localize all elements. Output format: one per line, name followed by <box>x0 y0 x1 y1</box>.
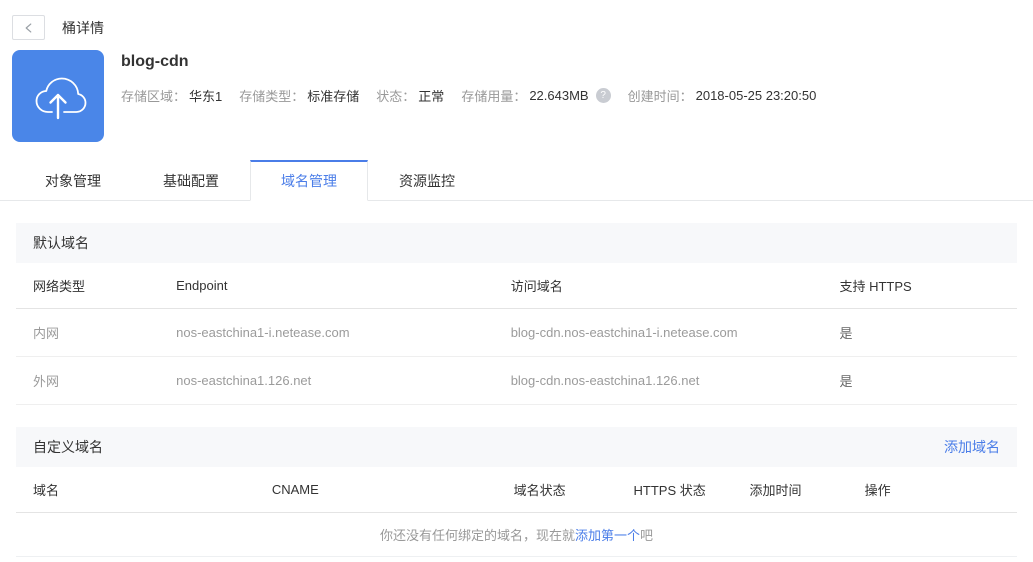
tab-资源监控[interactable]: 资源监控 <box>368 160 486 200</box>
info-value: 标准存储 <box>307 89 360 104</box>
tab-对象管理[interactable]: 对象管理 <box>14 160 132 200</box>
table-cell: 是 <box>839 374 853 389</box>
page-topbar: 桶详情 <box>0 0 1033 44</box>
empty-state-text: 你还没有任何绑定的域名，现在就 <box>379 528 575 543</box>
table-row: 外网 nos-eastchina1.126.net blog-cdn.nos-eas… <box>16 357 1017 405</box>
info-label: 存储类型： <box>239 89 305 104</box>
table-cell: nos-eastchina1-i.netease.com <box>176 325 350 340</box>
info-value: 华东1 <box>189 89 223 104</box>
column-header: HTTPS 状态 <box>633 483 706 498</box>
info-value: 22.643MB <box>529 88 589 103</box>
info-value: 正常 <box>418 89 445 104</box>
column-header: 访问域名 <box>510 279 563 294</box>
empty-state: 你还没有任何绑定的域名，现在就 添加第一个吧 <box>16 513 1017 557</box>
cloud-upload-icon <box>12 50 104 142</box>
default-domain-table: 网络类型 Endpoint 访问域名 支持 HTTPS 内网 nos-eastchina… <box>16 263 1017 405</box>
custom-domain-section: 自定义域名 添加域名 域名 CNAME 域名状态 HTTPS 状态 添加时间 操作 你还没… <box>16 427 1017 557</box>
bucket-info-pair: 存储区域： 华东1 <box>121 86 222 105</box>
info-label: 状态： <box>376 89 416 104</box>
column-header: 网络类型 <box>33 279 86 294</box>
bucket-info-pair: 创建时间： 2018-05-25 23:20:50 <box>628 86 817 105</box>
table-cell: blog-cdn.nos-eastchina1-i.netease.com <box>510 325 738 340</box>
custom-domain-table: 域名 CNAME 域名状态 HTTPS 状态 添加时间 操作 你还没有任何绑定的域名，现在… <box>16 467 1017 557</box>
tab-域名管理[interactable]: 域名管理 <box>250 160 368 201</box>
section-title: 默认域名 <box>33 235 89 251</box>
table-cell: 是 <box>839 326 853 341</box>
table-cell: blog-cdn.nos-eastchina1.126.net <box>510 373 700 388</box>
table-cell: 内网 <box>33 326 60 341</box>
column-header: 域名 <box>33 483 60 498</box>
info-label: 存储区域： <box>121 89 187 104</box>
table-body: 内网 nos-eastchina1-i.netease.com blog-cdn.n… <box>16 309 1017 405</box>
bucket-header: blog-cdn 存储区域： 华东1 存储类型： 标准存储 状态： 正常 存储用量： 22.6… <box>12 50 1033 142</box>
custom-domain-section-header: 自定义域名 添加域名 <box>16 427 1017 467</box>
column-header: Endpoint <box>176 278 228 293</box>
table-cell: 外网 <box>33 374 60 389</box>
bucket-info-row: 存储区域： 华东1 存储类型： 标准存储 状态： 正常 存储用量： 22.643MB? 创建时间… <box>121 86 833 105</box>
column-header: 域名状态 <box>513 483 566 498</box>
empty-state-text: 吧 <box>640 528 654 543</box>
bucket-info-pair: 状态： 正常 <box>376 86 444 105</box>
bucket-info-pair: 存储类型： 标准存储 <box>239 86 359 105</box>
bucket-info-pair: 存储用量： 22.643MB? <box>461 86 611 105</box>
back-button[interactable] <box>12 15 45 40</box>
default-domain-section-header: 默认域名 <box>16 223 1017 263</box>
add-first-domain-link[interactable]: 添加第一个 <box>575 525 640 544</box>
column-header: 操作 <box>864 483 891 498</box>
section-title: 自定义域名 <box>33 439 103 455</box>
bucket-meta: blog-cdn 存储区域： 华东1 存储类型： 标准存储 状态： 正常 存储用量： 22.6… <box>121 50 833 142</box>
add-domain-link[interactable]: 添加域名 <box>944 437 1000 457</box>
help-icon[interactable]: ? <box>595 88 611 103</box>
tab-bar: 对象管理 基础配置 域名管理 资源监控 <box>0 160 1033 201</box>
bucket-name: blog-cdn <box>121 53 189 70</box>
column-header: 添加时间 <box>749 483 802 498</box>
tab-基础配置[interactable]: 基础配置 <box>132 160 250 200</box>
default-domain-section: 默认域名 网络类型 Endpoint 访问域名 支持 HTTPS 内网 nos-east… <box>16 223 1017 405</box>
column-header: 支持 HTTPS <box>839 279 912 294</box>
info-label: 存储用量： <box>461 89 527 104</box>
column-header: CNAME <box>271 482 319 497</box>
table-header-row: 网络类型 Endpoint 访问域名 支持 HTTPS <box>16 263 1017 309</box>
table-cell: nos-eastchina1.126.net <box>176 373 312 388</box>
table-row: 内网 nos-eastchina1-i.netease.com blog-cdn.n… <box>16 309 1017 357</box>
table-header-row: 域名 CNAME 域名状态 HTTPS 状态 添加时间 操作 <box>16 467 1017 513</box>
chevron-left-icon <box>22 21 36 35</box>
info-value: 2018-05-25 23:20:50 <box>695 88 817 103</box>
page-title: 桶详情 <box>62 19 104 36</box>
info-label: 创建时间： <box>627 89 693 104</box>
